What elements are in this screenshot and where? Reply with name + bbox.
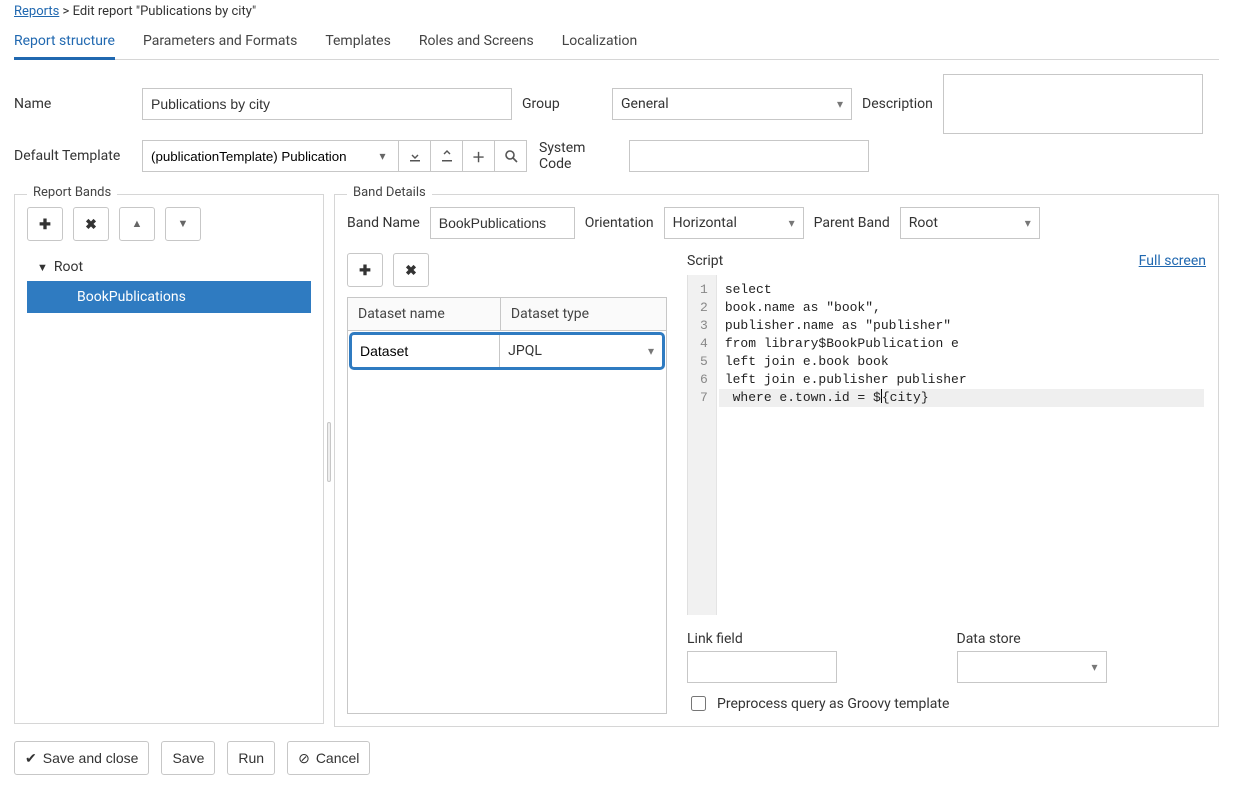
save-and-close-label: Save and close (43, 750, 139, 766)
splitter[interactable] (324, 176, 334, 727)
system-code-label: System Code (539, 140, 619, 172)
chevron-down-icon: ▾ (648, 344, 654, 358)
cancel-label: Cancel (316, 750, 360, 766)
name-label: Name (14, 96, 132, 112)
link-field-label: Link field (687, 631, 937, 647)
data-store-select[interactable]: ▾ (957, 651, 1107, 683)
run-button[interactable]: Run (227, 741, 275, 775)
tabs: Report structure Parameters and Formats … (14, 25, 1219, 60)
link-field-input[interactable] (687, 651, 837, 683)
preprocess-label: Preprocess query as Groovy template (717, 696, 949, 712)
band-name-input[interactable] (430, 207, 575, 239)
dataset-row[interactable]: JPQL ▾ (352, 335, 662, 367)
add-dataset-button[interactable]: ✚ (347, 253, 383, 287)
description-label: Description (862, 96, 933, 112)
caret-down-icon: ▼ (178, 218, 189, 230)
tab-localization[interactable]: Localization (562, 25, 638, 60)
cancel-icon: ⊘ (298, 750, 310, 767)
upload-icon (440, 149, 454, 163)
tab-roles-screens[interactable]: Roles and Screens (419, 25, 534, 60)
system-code-input[interactable] (629, 140, 869, 172)
download-icon (408, 149, 422, 163)
chevron-down-icon: ▾ (1091, 660, 1097, 674)
band-name-label: Band Name (347, 215, 420, 231)
template-search-button[interactable] (495, 140, 527, 172)
default-template-picker: ▾ ＋ (142, 140, 527, 172)
close-icon: ✖ (405, 262, 417, 279)
check-icon: ✔ (25, 750, 37, 767)
template-add-button[interactable]: ＋ (463, 140, 495, 172)
dataset-col-name[interactable]: Dataset name (348, 298, 501, 330)
move-band-up-button[interactable]: ▲ (119, 207, 155, 241)
parent-band-select[interactable]: Root ▾ (900, 207, 1040, 239)
script-label: Script (687, 253, 723, 269)
chevron-down-icon: ▾ (1025, 216, 1031, 230)
group-label: Group (522, 96, 602, 112)
report-bands-panel: Report Bands ✚ ✖ ▲ ▼ ▼ Root BookPublicat… (14, 194, 324, 724)
search-icon (504, 149, 518, 163)
parent-band-value: Root (909, 215, 938, 231)
add-band-button[interactable]: ✚ (27, 207, 63, 241)
dataset-type-value: JPQL (508, 343, 542, 359)
default-template-input[interactable] (142, 140, 367, 172)
plus-icon: ✚ (359, 262, 371, 279)
parent-band-label: Parent Band (814, 215, 890, 231)
line-gutter: 1234567 (688, 275, 717, 615)
remove-dataset-button[interactable]: ✖ (393, 253, 429, 287)
dataset-table: Dataset name Dataset type JPQL ▾ (347, 297, 667, 714)
save-button[interactable]: Save (161, 741, 215, 775)
band-bookpublications-label: BookPublications (77, 289, 186, 305)
group-select[interactable]: General ▾ (612, 88, 852, 120)
chevron-down-icon: ▾ (789, 216, 795, 230)
caret-up-icon: ▲ (132, 218, 143, 230)
save-and-close-button[interactable]: ✔ Save and close (14, 741, 149, 775)
breadcrumb-current: Edit report "Publications by city" (73, 4, 257, 19)
tab-report-structure[interactable]: Report structure (14, 25, 115, 60)
data-store-label: Data store (957, 631, 1207, 647)
name-input[interactable] (142, 88, 512, 120)
orientation-label: Orientation (585, 215, 654, 231)
group-select-value: General (621, 96, 669, 112)
orientation-value: Horizontal (673, 215, 737, 231)
breadcrumb: Reports > Edit report "Publications by c… (14, 0, 1219, 23)
plus-icon: ＋ (472, 147, 485, 166)
template-upload-button[interactable] (431, 140, 463, 172)
orientation-select[interactable]: Horizontal ▾ (664, 207, 804, 239)
report-bands-legend: Report Bands (27, 185, 117, 200)
close-icon: ✖ (85, 216, 97, 233)
breadcrumb-reports-link[interactable]: Reports (14, 4, 59, 19)
template-dropdown-button[interactable]: ▾ (367, 140, 399, 172)
tab-parameters-formats[interactable]: Parameters and Formats (143, 25, 297, 60)
band-bookpublications[interactable]: BookPublications (27, 281, 311, 313)
default-template-label: Default Template (14, 148, 132, 164)
bands-tree: ▼ Root BookPublications (27, 253, 311, 313)
description-textarea[interactable] (943, 74, 1203, 134)
band-details-panel: Band Details Band Name Orientation Horiz… (334, 194, 1219, 727)
caret-down-icon: ▼ (37, 261, 48, 274)
band-root[interactable]: ▼ Root (27, 253, 311, 281)
remove-band-button[interactable]: ✖ (73, 207, 109, 241)
code-content: select book.name as "book", publisher.na… (717, 275, 1206, 615)
chevron-down-icon: ▾ (379, 149, 385, 163)
fullscreen-link[interactable]: Full screen (1139, 253, 1206, 269)
splitter-handle-icon (327, 422, 331, 482)
tab-templates[interactable]: Templates (325, 25, 391, 60)
preprocess-checkbox[interactable] (691, 696, 706, 711)
plus-icon: ✚ (39, 216, 51, 233)
cancel-button[interactable]: ⊘ Cancel (287, 741, 370, 775)
dataset-name-input[interactable] (352, 335, 499, 367)
template-download-button[interactable] (399, 140, 431, 172)
band-root-label: Root (54, 259, 83, 275)
move-band-down-button[interactable]: ▼ (165, 207, 201, 241)
dataset-col-type[interactable]: Dataset type (501, 298, 666, 330)
dataset-type-select[interactable]: JPQL ▾ (500, 335, 662, 367)
script-editor[interactable]: 1234567 select book.name as "book", publ… (687, 275, 1206, 615)
band-details-legend: Band Details (347, 185, 432, 200)
chevron-down-icon: ▾ (837, 97, 843, 111)
